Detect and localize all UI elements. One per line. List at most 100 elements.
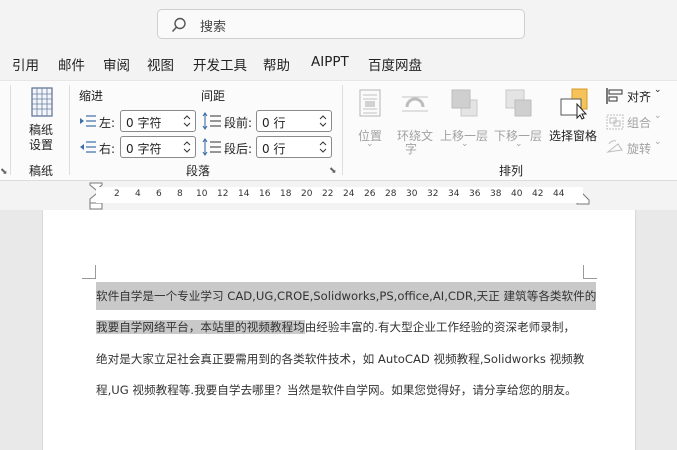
text-line-4[interactable]: 程,UG 视频教程等.我要自学去哪里？当然是软件自学网。如果您觉得好，请分享给您… <box>96 376 577 404</box>
ruler-tick: 12 <box>217 189 229 199</box>
dialog-launcher-icon[interactable]: ⬊ <box>0 167 8 177</box>
wrap-text-button[interactable]: 环绕文 字 <box>395 87 437 156</box>
margin-corner-top-left <box>82 265 96 279</box>
search-box[interactable]: 搜索 <box>157 9 525 39</box>
selected-text[interactable]: 我要自学网络平台，本站里的视频教程均 <box>96 320 305 334</box>
ruler-tick: 38 <box>490 189 502 199</box>
ruler-tick: 10 <box>196 189 208 199</box>
manuscript-icon <box>31 87 53 117</box>
ruler-tick: 40 <box>511 189 523 199</box>
ruler-tick: 34 <box>448 189 460 199</box>
spacing-after-label: 段后: <box>224 142 253 156</box>
indent-left-icon <box>80 115 96 127</box>
ruler-tick: 28 <box>385 189 397 199</box>
ruler-tick: 6 <box>156 189 162 199</box>
indent-right-input[interactable]: 0 字符 <box>120 136 196 158</box>
text-line-3[interactable]: 绝对是大家立足社会真正要需用到的各类软件技术，如 AutoCAD 视频教程,So… <box>96 345 584 373</box>
chevron-down-icon: ⌄ <box>461 139 469 149</box>
spacing-after-value: 0 行 <box>262 142 286 156</box>
spinner-arrows-icon[interactable] <box>182 111 192 131</box>
spacing-before-label: 段前: <box>224 116 253 130</box>
manuscript-settings-button[interactable]: 稿纸 设置 <box>22 87 62 153</box>
ruler-tick: 44 <box>553 189 565 199</box>
ruler-tick: 22 <box>322 189 334 199</box>
align-icon <box>606 88 623 104</box>
ruler-band: 2 4 6 8 10 12 14 16 18 20 22 24 26 28 30… <box>96 187 583 203</box>
tab-developer[interactable]: 开发工具 <box>193 54 247 74</box>
ribbon-tabs: 引用 邮件 审阅 视图 开发工具 帮助 AIPPT 百度网盘 <box>0 50 677 76</box>
indent-left-label: 左: <box>99 116 116 130</box>
spinner-arrows-icon[interactable] <box>318 111 328 131</box>
spacing-after-input[interactable]: 0 行 <box>256 136 332 158</box>
chevron-down-icon: ⌄ <box>654 111 662 121</box>
tab-view[interactable]: 视图 <box>147 54 174 74</box>
group-label-arrange: 排列 <box>499 164 524 178</box>
search-icon <box>171 17 186 33</box>
align-label: 对齐 <box>627 90 652 104</box>
search-placeholder: 搜索 <box>200 20 227 35</box>
text-span[interactable]: 由经验丰富的.有大型企业工作经验的资深老师录制， <box>305 320 575 334</box>
tab-mailings[interactable]: 邮件 <box>58 54 85 74</box>
text-line-2[interactable]: 我要自学网络平台，本站里的视频教程均由经验丰富的.有大型企业工作经验的资深老师录… <box>96 313 575 341</box>
ruler-tick: 14 <box>238 189 250 199</box>
spacing-after-icon <box>202 138 221 156</box>
spacing-before-input[interactable]: 0 行 <box>256 110 332 132</box>
group-icon <box>606 114 624 130</box>
wrap-text-icon <box>402 96 428 112</box>
ruler-tick: 26 <box>364 189 376 199</box>
send-backward-icon <box>505 89 532 117</box>
spinner-arrows-icon[interactable] <box>318 137 328 157</box>
position-button[interactable]: 位置 ⌄ <box>356 87 386 155</box>
ruler-tick: 18 <box>280 189 292 199</box>
ruler-tick: 42 <box>532 189 544 199</box>
selection-pane-button[interactable]: 选择窗格 <box>549 87 601 143</box>
position-icon <box>359 89 381 117</box>
spinner-arrows-icon[interactable] <box>182 137 192 157</box>
margin-corner-top-right <box>583 265 597 279</box>
indent-right-label: 右: <box>99 142 116 156</box>
ruler-tick: 2 <box>114 189 120 199</box>
tab-references[interactable]: 引用 <box>12 54 39 74</box>
manuscript-label-2: 设置 <box>29 138 54 152</box>
spacing-header: 间距 <box>201 89 226 103</box>
group-button[interactable]: 组合 ⌄ <box>606 111 668 133</box>
indent-left-input[interactable]: 0 字符 <box>120 110 196 132</box>
title-bar: 搜索 <box>0 0 677 48</box>
text-line-1[interactable]: 软件自学是一个专业学习 CAD,UG,CROE,Solidworks,PS,of… <box>96 282 597 310</box>
bring-forward-button[interactable]: 上移一层 ⌄ <box>440 87 490 155</box>
rotate-button[interactable]: 旋转 ⌄ <box>606 137 668 159</box>
paragraph-dialog-launcher-icon[interactable]: ⬊ <box>329 166 337 176</box>
indent-left-value: 0 字符 <box>126 116 162 130</box>
ribbon-panel: 稿纸 设置 稿纸 ⬊ 缩进 间距 左: 0 字符 右: 0 字符 段前: 0 行… <box>0 80 677 181</box>
group-label-manuscript: 稿纸 <box>29 164 54 178</box>
selection-pane-icon <box>560 88 588 120</box>
send-backward-button[interactable]: 下移一层 ⌄ <box>494 87 544 155</box>
ruler-tick: 16 <box>259 189 271 199</box>
bring-forward-icon <box>451 89 478 117</box>
spacing-before-value: 0 行 <box>262 116 286 130</box>
rotate-icon <box>606 140 623 153</box>
tab-review[interactable]: 审阅 <box>103 54 130 74</box>
ruler-tick: 8 <box>177 189 183 199</box>
ruler-tick: 32 <box>427 189 439 199</box>
ruler-tick: 24 <box>343 189 355 199</box>
ruler-tick: 4 <box>135 189 141 199</box>
tab-help[interactable]: 帮助 <box>263 54 290 74</box>
tab-aippt[interactable]: AIPPT <box>311 54 349 70</box>
ruler-tick: 30 <box>406 189 418 199</box>
indent-right-icon <box>80 141 96 153</box>
indent-right-value: 0 字符 <box>126 142 162 156</box>
selection-pane-label: 选择窗格 <box>549 129 598 143</box>
align-button[interactable]: 对齐 ⌄ <box>606 85 668 107</box>
group-label-paragraph: 段落 <box>186 164 211 178</box>
ruler-tick: 36 <box>469 189 481 199</box>
tab-baidu-netdisk[interactable]: 百度网盘 <box>368 54 422 74</box>
indent-header: 缩进 <box>79 89 104 103</box>
chevron-down-icon: ⌄ <box>654 137 662 147</box>
chevron-down-icon: ⌄ <box>654 85 662 95</box>
chevron-down-icon: ⌄ <box>366 139 374 149</box>
group-label: 组合 <box>627 116 652 130</box>
spacing-before-icon <box>202 112 221 130</box>
ruler-tick: 20 <box>301 189 313 199</box>
chevron-down-icon: ⌄ <box>515 139 523 149</box>
